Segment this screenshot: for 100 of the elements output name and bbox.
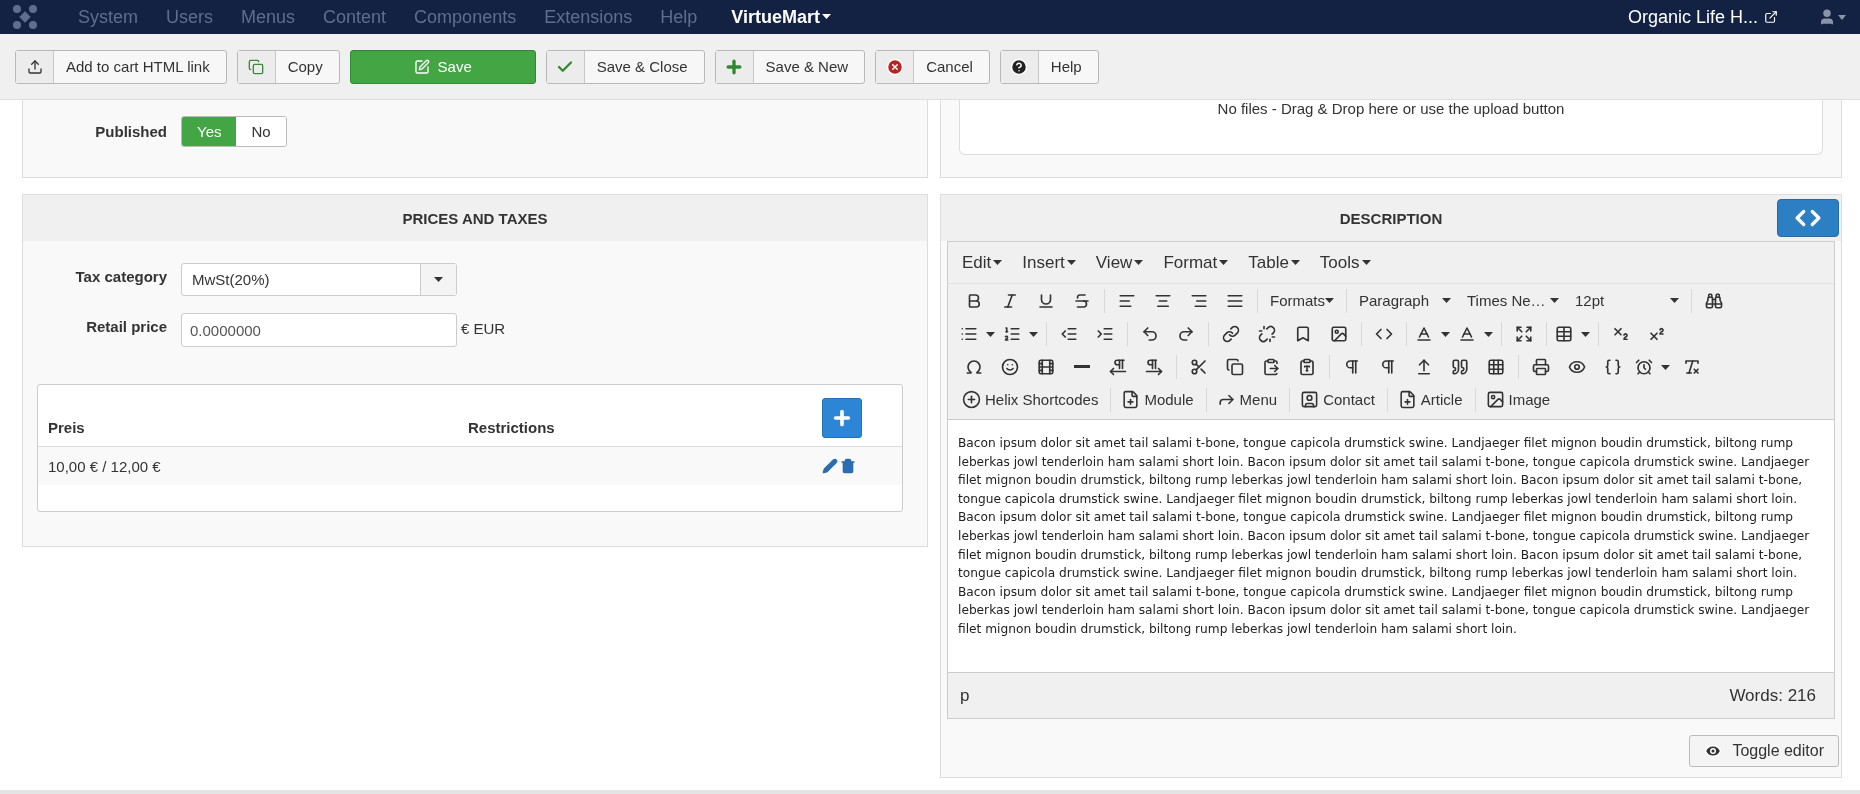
braces-icon (1604, 357, 1622, 376)
caret-icon (1670, 297, 1679, 304)
file-plus-icon (1397, 390, 1417, 409)
caret-icon (1325, 297, 1334, 304)
add-price-button[interactable] (822, 398, 862, 438)
font-size-dropdown[interactable]: 12pt (1567, 285, 1687, 316)
copy-icon (248, 58, 265, 75)
pilcrow-left-icon (1109, 357, 1127, 376)
formats-dropdown[interactable]: Formats (1262, 285, 1342, 316)
toolbar-button[interactable]: Save & New (714, 49, 866, 84)
edit-icon (413, 58, 430, 75)
help-icon (1010, 57, 1029, 76)
bookmark-icon (1294, 324, 1312, 343)
nav-menu-item[interactable]: VirtueMart (717, 6, 845, 28)
copy-icon (1226, 357, 1244, 376)
undo-icon (1141, 324, 1159, 343)
pilcrow-icon (1379, 357, 1397, 376)
editor-menu[interactable]: Edit (958, 252, 1015, 273)
editor-menu[interactable]: View (1091, 252, 1156, 273)
toggle-option[interactable]: No (236, 117, 286, 146)
editor-menu[interactable]: Table (1244, 252, 1312, 273)
caret-icon (1134, 259, 1144, 266)
paste-text-icon (1298, 357, 1316, 376)
user-menu-button[interactable] (1818, 8, 1846, 26)
pilcrow-right-icon (1145, 357, 1163, 376)
omega-icon (965, 357, 983, 376)
caret-icon (1581, 332, 1590, 338)
underline-icon (1037, 291, 1055, 310)
caret-icon (821, 14, 831, 20)
upload-icon (1415, 357, 1433, 376)
word-count: Words: 216 (1729, 685, 1816, 706)
plugin-button[interactable]: Menu (1210, 384, 1286, 415)
unlink-icon (1258, 324, 1276, 343)
strikethrough-icon (1073, 291, 1091, 310)
clear-formatting-icon (1683, 357, 1701, 376)
toolbar-button[interactable]: Cancel (875, 49, 990, 84)
field-label: Retail price (85, 317, 168, 335)
editor-menu[interactable]: Format (1159, 252, 1241, 273)
image-icon (1485, 390, 1505, 409)
clock-icon (1635, 357, 1653, 376)
toolbar-button[interactable]: Help (999, 49, 1099, 84)
caret-icon (434, 276, 443, 283)
field-label: Tax category (74, 267, 168, 285)
cancel-icon (885, 57, 904, 76)
caret-icon (1361, 259, 1371, 266)
fullscreen-icon (1515, 324, 1533, 343)
retail-price-input[interactable]: 0.0000000 (181, 313, 457, 347)
plugin-button[interactable]: Contact (1294, 384, 1383, 415)
contact-card-icon (1300, 390, 1320, 409)
toolbar-button[interactable]: Add to cart HTML link (15, 49, 227, 84)
find-icon (1705, 291, 1723, 310)
upload-icon (26, 58, 43, 75)
cut-icon (1190, 357, 1208, 376)
redo-icon (1177, 324, 1195, 343)
editor-menu[interactable]: Tools (1315, 252, 1383, 273)
external-link-icon (1764, 10, 1778, 24)
grid-icon (1487, 357, 1505, 376)
text-color-icon (1415, 324, 1433, 343)
italic-icon (1001, 291, 1019, 310)
drop-zone[interactable]: No files - Drag & Drop here or use the upload button (959, 100, 1823, 155)
font-family-dropdown[interactable]: Times Ne… (1459, 285, 1567, 316)
toolbar-button[interactable]: Save & Close (545, 49, 705, 84)
site-link[interactable]: Organic Life H... (1627, 6, 1778, 28)
eye-icon (1704, 742, 1723, 760)
edit-icon[interactable] (822, 458, 838, 474)
caret-icon (1219, 259, 1229, 266)
plugin-button[interactable]: Article (1391, 384, 1471, 415)
block-format-dropdown[interactable]: Paragraph (1351, 285, 1459, 316)
highlight-color-icon (1458, 324, 1476, 343)
media-icon (1037, 357, 1055, 376)
plus-circle-icon (962, 390, 981, 409)
table-icon (1555, 324, 1573, 343)
link-icon (1222, 324, 1240, 343)
element-path: p (960, 685, 970, 706)
column-header: Restrictions (468, 419, 556, 436)
card-title: PRICES AND TAXES (402, 209, 548, 227)
caret-icon (1066, 259, 1076, 266)
quote-icon (1451, 357, 1469, 376)
code-toggle-button[interactable] (1777, 199, 1839, 237)
caret-icon (1661, 365, 1670, 371)
caret-icon (1484, 332, 1493, 338)
caret-icon (993, 259, 1003, 266)
plus-icon (831, 407, 853, 429)
plugin-button[interactable]: Module (1115, 384, 1202, 415)
plugin-button[interactable]: Helix Shortcodes (956, 384, 1107, 415)
table-cell-text: 10,00 € / 12,00 € (48, 457, 162, 475)
smiley-icon (1001, 357, 1019, 376)
trash-icon[interactable] (840, 458, 856, 474)
caret-icon (986, 332, 995, 338)
image-icon (1330, 324, 1348, 343)
file-plus-icon (1121, 390, 1141, 409)
toolbar-button[interactable]: Copy (236, 49, 340, 84)
plugin-button[interactable]: Image (1479, 384, 1559, 415)
numbered-list-icon (1003, 324, 1021, 343)
editor-menu[interactable]: Insert (1018, 252, 1088, 273)
caret-icon (1550, 297, 1559, 304)
toggle-editor-button[interactable]: Toggle editor (1689, 735, 1839, 767)
caret-icon (1029, 332, 1038, 338)
tax-category-select[interactable]: MwSt(20%) (181, 263, 457, 296)
user-icon (1818, 8, 1836, 26)
